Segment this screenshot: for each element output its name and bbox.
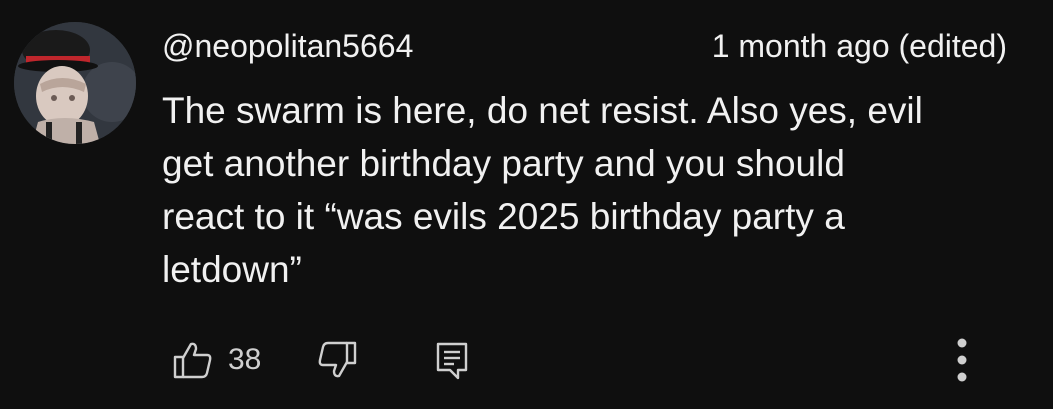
reply-comment-icon [436,342,468,380]
comment-text-line: react to it “was evils 2025 birthday par… [162,196,845,237]
comment-timestamp: 1 month ago (edited) [711,28,1007,64]
comment-text-line: The swarm is here, do net resist. Also y… [162,90,923,131]
like-count: 38 [228,343,262,376]
author-handle[interactable]: @neopolitan5664 [162,26,413,66]
dislike-button[interactable] [316,336,358,384]
comment-text-line: letdown” [162,249,302,290]
more-options-button[interactable] [944,336,980,384]
thumbs-down-icon [318,341,357,378]
reply-button[interactable] [434,336,470,384]
like-button[interactable]: 38 [172,336,261,384]
more-vertical-icon [957,338,967,382]
comment-card: @neopolitan5664 1 month ago (edited) The… [0,0,1053,409]
avatar[interactable] [14,22,136,144]
thumbs-up-icon [173,342,212,379]
comment-text-line: get another birthday party and you shoul… [162,143,845,184]
comment-actions: 38 [172,336,1032,384]
comment-text: The swarm is here, do net resist. Also y… [162,84,1022,296]
avatar-image [14,22,136,144]
